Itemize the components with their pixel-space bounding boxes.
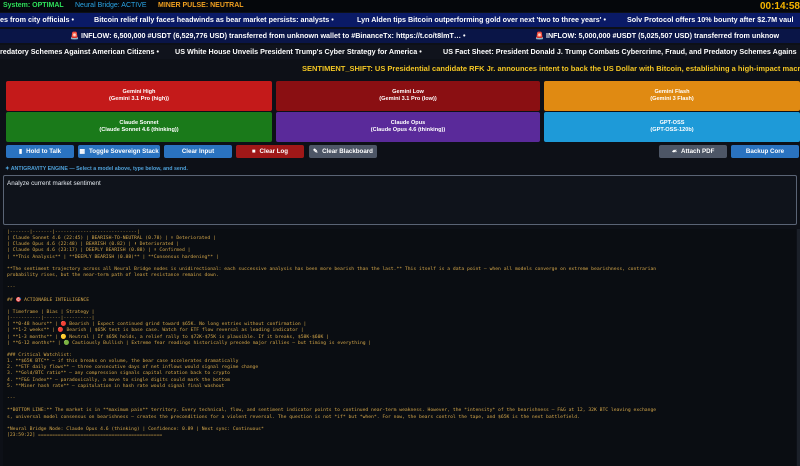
clear-input-button[interactable]: Clear Input <box>164 145 232 158</box>
model-claude-sonnet-button[interactable]: Claude Sonnet (Claude Sonnet 4.6 (thinki… <box>6 112 272 142</box>
model-name: Gemini Low <box>392 89 424 95</box>
model-gemini-high-button[interactable]: Gemini High (Gemini 3.1 Pro (high)) <box>6 81 272 111</box>
model-name: Gemini Flash <box>654 89 690 95</box>
output-line: --- <box>7 285 16 291</box>
clear-log-label: Clear Log <box>259 148 289 155</box>
ticker-item: redatory Schemes Against American Citize… <box>0 47 159 56</box>
model-name: GPT-OSS <box>659 120 685 126</box>
ticker-item: es from city officials • <box>0 15 75 24</box>
output-line: s, universal model consensus on bearishn… <box>7 414 580 420</box>
toggle-sovereign-stack-label: Toggle Sovereign Stack <box>88 148 159 155</box>
miner-pulse-status: MINER PULSE: NEUTRAL <box>158 2 244 9</box>
output-line: probability rises, but the near-term pat… <box>7 273 219 279</box>
output-line: | Claude Opus 4.6 (23:17) | DEEPLY BEARI… <box>7 248 191 254</box>
hold-to-talk-label: Hold to Talk <box>26 148 62 155</box>
output-line: 2. **ETF daily flows** — three consecuti… <box>7 365 259 371</box>
output-line: ## 🎯 ACTIONABLE INTELLIGENCE <box>7 297 90 303</box>
backup-core-button[interactable]: Backup Core <box>731 145 799 158</box>
eraser-icon: ✎ <box>313 149 319 155</box>
output-line: 5. **Miner hash rate** — capitulation in… <box>7 383 225 389</box>
model-id: (Gemini 3.1 Pro (high)) <box>109 96 169 102</box>
output-line: | **6-12 months** | 🟢 Cautiously Bullish… <box>7 340 372 346</box>
output-line: | **This Analysis** | **DEEPLY BEARISH (… <box>7 254 219 260</box>
model-id: (Gemini 3.1 Pro (low)) <box>379 96 437 102</box>
output-line: **BOTTOM LINE:** The market is in **maxi… <box>7 408 657 414</box>
status-bar: System: OPTIMAL Neural Bridge: ACTIVE MI… <box>0 0 800 12</box>
output-log[interactable]: |-------|-------|-----------------------… <box>3 229 796 466</box>
output-line: | **0-48 hours** | 🔴 Bearish | Expect co… <box>7 322 307 328</box>
system-status: System: OPTIMAL <box>3 2 64 9</box>
backup-core-label: Backup Core <box>745 148 785 155</box>
output-line: --- <box>7 396 16 402</box>
sentiment-text: SENTIMENT_SHIFT: US Presidential candida… <box>302 64 800 73</box>
model-name: Gemini High <box>122 89 156 95</box>
paperclip-icon: ☙ <box>671 149 678 155</box>
clear-blackboard-label: Clear Blackboard <box>322 148 373 155</box>
model-id: (Gemini 3 Flash) <box>650 96 694 102</box>
model-id: (GPT-OSS-120b) <box>650 127 694 133</box>
attach-pdf-button[interactable]: ☙ Attach PDF <box>659 145 727 158</box>
whale-alert-ticker: 🚨 INFLOW: 6,500,000 #USDT (6,529,776 USD… <box>0 29 800 43</box>
clear-input-label: Clear Input <box>181 148 215 155</box>
output-line: ### Critical Watchlist: <box>7 353 72 358</box>
output-line: | **1-2 weeks** | 🔴 Bearish | $65K test … <box>7 328 304 334</box>
trash-icon: ■ <box>251 149 256 155</box>
attach-pdf-label: Attach PDF <box>681 148 715 155</box>
bridge-status: Neural Bridge: ACTIVE <box>75 2 147 9</box>
engine-label: ✦ ANTIGRAVITY ENGINE — Select a model ab… <box>5 166 188 172</box>
clear-log-button[interactable]: ■ Clear Log <box>236 145 304 158</box>
news-ticker: es from city officials • Bitcoin relief … <box>0 13 800 27</box>
output-line: |-------|-------|-----------------------… <box>7 230 140 235</box>
ticker-item: Solv Protocol offers 10% bounty after $2… <box>627 15 794 24</box>
model-name: Claude Opus <box>390 120 426 126</box>
hold-to-talk-button[interactable]: ▮ Hold to Talk <box>6 145 74 158</box>
ticker-item: Lyn Alden tips Bitcoin outperforming gol… <box>357 15 606 24</box>
ticker-item: Bitcoin relief rally faces headwinds as … <box>94 15 334 24</box>
output-line: 3. **Gold/BTC ratio** — any compression … <box>7 371 230 377</box>
ticker-item: 🚨 INFLOW: 6,500,000 #USDT (6,529,776 USD… <box>70 31 466 40</box>
model-claude-opus-button[interactable]: Claude Opus (Claude Opus 4.6 (thinking)) <box>276 112 540 142</box>
output-line: **The sentiment trajectory across all Ne… <box>7 266 657 272</box>
output-line: *Neural Bridge Node: Claude Opus 4.6 (th… <box>7 426 264 432</box>
output-line: | Claude Sonnet 4.6 (22:45) | BEARISH-TO… <box>7 236 216 242</box>
output-line: 4. **F&G Index** — paradoxically, a move… <box>7 377 230 383</box>
toggle-sovereign-stack-button[interactable]: ▦ Toggle Sovereign Stack <box>78 145 160 158</box>
clock: 00:14:58 <box>759 1 800 12</box>
policy-ticker: redatory Schemes Against American Citize… <box>0 45 800 59</box>
model-id: (Claude Sonnet 4.6 (thinking)) <box>99 127 179 133</box>
microphone-icon: ▮ <box>18 149 23 155</box>
model-gemini-flash-button[interactable]: Gemini Flash (Gemini 3 Flash) <box>544 81 800 111</box>
prompt-input-value: Analyze current market sentiment <box>7 180 101 187</box>
output-line: | Claude Opus 4.6 (22:48) | BEARISH (0.8… <box>7 242 180 248</box>
output-line: | Timeframe | Bias | Strategy | <box>7 309 95 315</box>
sentiment-shift-banner: SENTIMENT_SHIFT: US Presidential candida… <box>0 62 800 76</box>
model-gpt-oss-button[interactable]: GPT-OSS (GPT-OSS-120b) <box>544 112 800 142</box>
model-id: (Claude Opus 4.6 (thinking)) <box>370 127 446 133</box>
output-line: |-----------|------|----------| <box>7 316 95 322</box>
output-line: [23:59:22] =============================… <box>7 432 163 438</box>
model-name: Claude Sonnet <box>119 120 159 126</box>
clear-blackboard-button[interactable]: ✎ Clear Blackboard <box>309 145 377 158</box>
prompt-input[interactable]: Analyze current market sentiment <box>3 175 797 225</box>
output-line: 1. **$65K BTC** — if this breaks on volu… <box>7 359 239 365</box>
output-line: | **1-3 months** | 🟡 Neutral | If $65K h… <box>7 334 329 340</box>
ticker-item: 🚨 INFLOW: 5,000,000 #USDT (5,025,507 USD… <box>535 31 780 40</box>
model-gemini-low-button[interactable]: Gemini Low (Gemini 3.1 Pro (low)) <box>276 81 540 111</box>
ticker-item: US Fact Sheet: President Donald J. Trump… <box>443 47 797 56</box>
ticker-item: US White House Unveils President Trump's… <box>175 47 422 56</box>
stack-icon: ▦ <box>79 149 85 155</box>
